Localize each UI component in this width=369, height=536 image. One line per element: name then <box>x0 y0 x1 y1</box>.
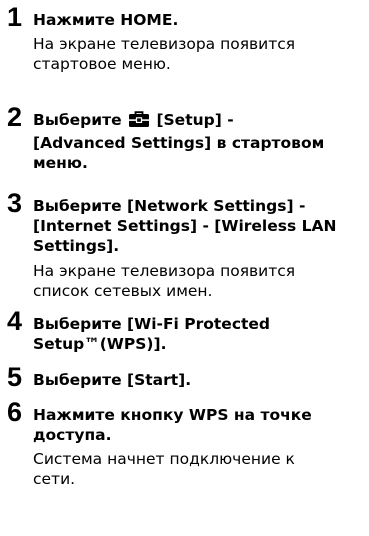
step-title: Нажмите HOME. <box>33 11 179 29</box>
step-title: Выберите [Start]. <box>33 371 192 389</box>
step-title: Выберите [Setup] - [Advanced Settings] в… <box>33 111 325 172</box>
step-number: 1 <box>7 2 23 32</box>
step-title: Нажмите кнопку WPS на точке доступа. <box>33 406 312 444</box>
step-description: На экране телевизора появится стартовое … <box>33 35 296 73</box>
step-number: 6 <box>7 397 23 427</box>
toolbox-icon <box>128 111 150 133</box>
step-number: 5 <box>7 362 23 392</box>
step-description: Система начнет подключение к сети. <box>33 450 295 488</box>
step-number: 4 <box>7 306 23 336</box>
step-number: 3 <box>7 188 23 218</box>
step-title: Выберите [Network Settings] - [Internet … <box>33 197 337 255</box>
step-number: 2 <box>7 102 23 132</box>
step-title: Выберите [Wi-Fi Protected Setup™(WPS)]. <box>33 315 271 353</box>
step-description: На экране телевизора появится список сет… <box>33 262 296 300</box>
